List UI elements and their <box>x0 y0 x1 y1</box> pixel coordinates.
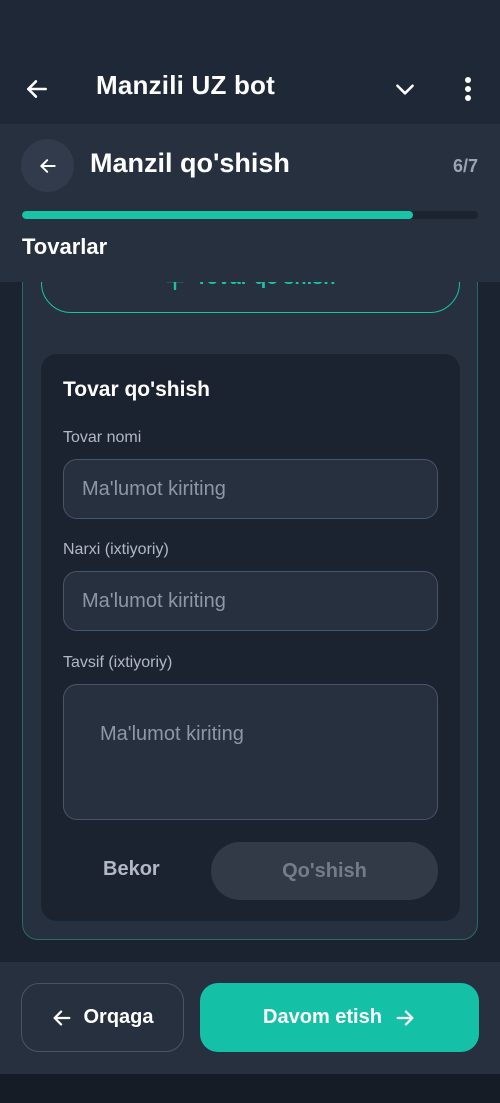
product-description-textarea[interactable]: Ma'lumot kiriting <box>63 684 438 820</box>
progress-fill <box>22 211 413 219</box>
arrow-left-icon[interactable] <box>20 72 54 106</box>
add-product-button[interactable]: Tovar qo'shish <box>41 282 460 313</box>
continue-button[interactable]: Davom etish <box>200 983 479 1052</box>
section-title: Tovarlar <box>22 234 108 259</box>
page: Manzil qo'shish 6/7 Tovarlar Tovar qo'sh… <box>0 124 500 1074</box>
continue-button-label: Davom etish <box>263 1006 382 1028</box>
back-button[interactable]: Orqaga <box>21 983 184 1052</box>
submit-product-button[interactable]: Qo'shish <box>211 842 438 900</box>
field-label-price: Narxi (ixtiyoriy) <box>63 541 169 558</box>
cancel-button[interactable]: Bekor <box>103 858 160 881</box>
arrow-right-icon <box>394 1007 416 1029</box>
step-header: Manzil qo'shish 6/7 Tovarlar <box>0 124 500 284</box>
form-title: Tovar qo'shish <box>63 378 210 401</box>
more-vertical-icon[interactable] <box>454 72 482 106</box>
step-indicator: 6/7 <box>452 156 478 176</box>
products-card: Tovar qo'shish Tovar qo'shish Tovar nomi… <box>22 282 478 940</box>
content-area: Tovar qo'shish Tovar qo'shish Tovar nomi… <box>0 282 500 962</box>
plus-icon <box>165 282 184 290</box>
add-product-label: Tovar qo'shish <box>196 282 336 290</box>
progress-bar <box>22 211 478 219</box>
back-button-label: Orqaga <box>83 1006 154 1028</box>
chevron-down-icon[interactable] <box>390 74 420 104</box>
field-label-name: Tovar nomi <box>63 429 142 446</box>
arrow-left-icon <box>51 1007 73 1029</box>
product-name-input[interactable]: Ma'lumot kiriting <box>63 459 438 519</box>
app-title: Manzili UZ bot <box>96 70 275 100</box>
product-form: Tovar qo'shish Tovar nomi Ma'lumot kirit… <box>41 354 460 921</box>
arrow-left-icon <box>39 158 56 173</box>
product-price-input[interactable]: Ma'lumot kiriting <box>63 571 438 631</box>
status-bar <box>0 0 500 52</box>
app-bar: Manzili UZ bot <box>0 52 500 124</box>
system-nav-bar <box>0 1074 500 1103</box>
step-back-button[interactable] <box>21 139 74 192</box>
bottom-bar: Orqaga Davom etish <box>0 962 500 1074</box>
page-title: Manzil qo'shish <box>90 148 290 178</box>
field-label-description: Tavsif (ixtiyoriy) <box>63 654 173 671</box>
